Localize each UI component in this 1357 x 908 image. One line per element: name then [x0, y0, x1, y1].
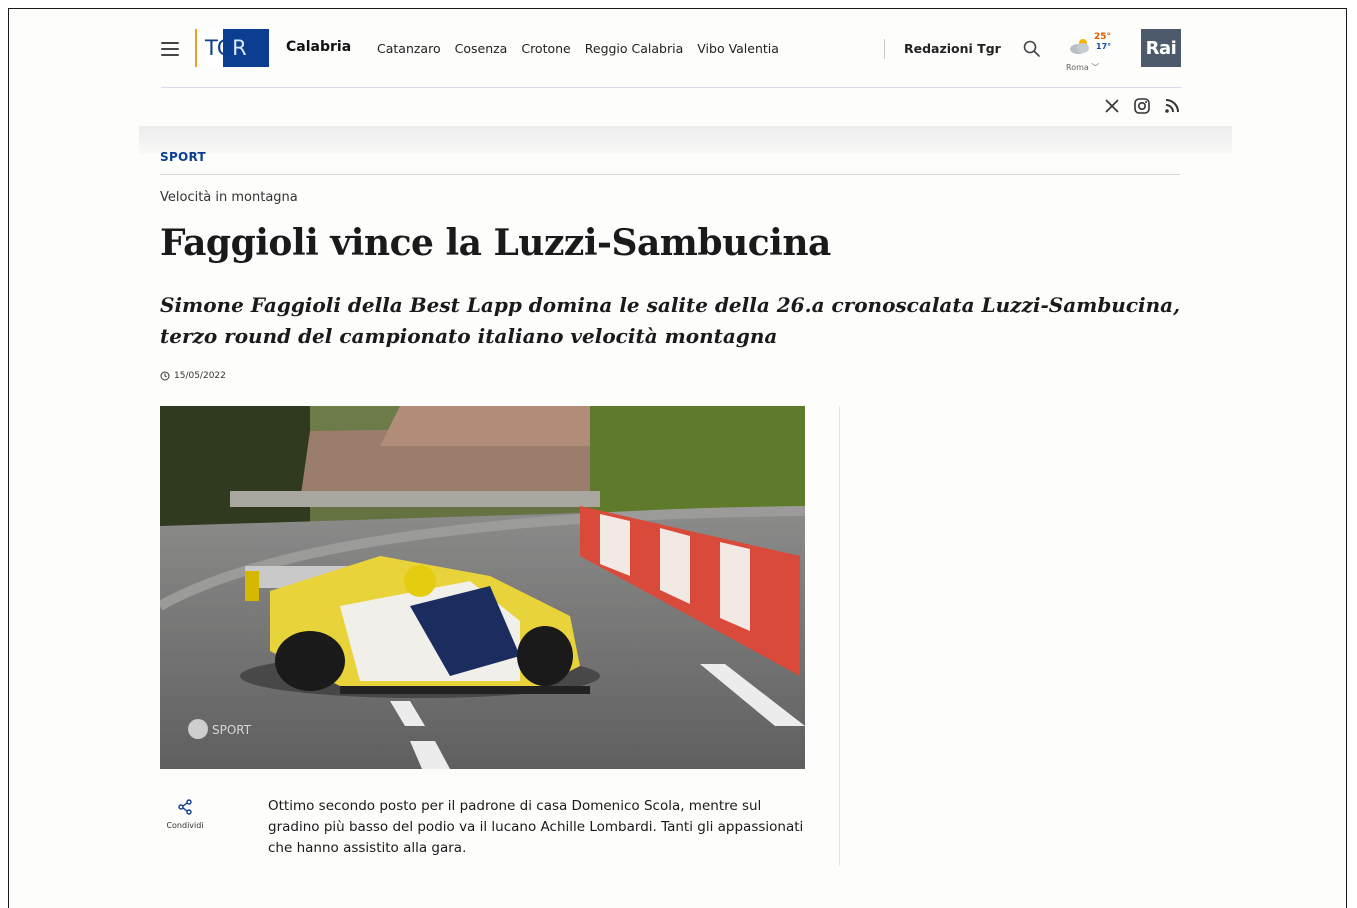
- redazioni-link[interactable]: Redazioni Tgr: [904, 41, 1001, 56]
- svg-text:SPORT: SPORT: [212, 723, 252, 737]
- article-subtitle: Simone Faggioli della Best Lapp domina l…: [160, 293, 1181, 348]
- header-divider-line: [161, 87, 1181, 88]
- rss-icon[interactable]: [1163, 97, 1181, 115]
- article-body: Ottimo secondo posto per il padrone di c…: [268, 798, 804, 856]
- weather-high: 25°: [1094, 32, 1112, 42]
- tgr-logo[interactable]: TG R: [195, 29, 271, 67]
- share-icon: [178, 799, 192, 815]
- clock-icon: [160, 371, 170, 381]
- share-label: Condividi: [166, 821, 204, 830]
- social-links: [1103, 97, 1181, 115]
- rai-logo[interactable]: Rai: [1141, 29, 1181, 67]
- header-band: [139, 126, 1232, 154]
- city-nav: Catanzaro Cosenza Crotone Reggio Calabri…: [377, 41, 793, 56]
- article-photo[interactable]: SPORT: [160, 406, 805, 769]
- chevron-down-icon: ﹀: [1091, 63, 1100, 72]
- partly-cloudy-icon: [1070, 39, 1089, 54]
- header-divider: [884, 39, 885, 59]
- column-divider: [839, 406, 840, 866]
- weather-city[interactable]: Roma ﹀: [1066, 62, 1099, 73]
- city-link-vibo-valentia[interactable]: Vibo Valentia: [697, 41, 779, 56]
- city-link-catanzaro[interactable]: Catanzaro: [377, 41, 441, 56]
- site-header: TG R Calabria Catanzaro Cosenza Crotone R…: [139, 9, 1232, 88]
- section-divider: [160, 174, 1180, 175]
- article-date: 15/05/2022: [160, 371, 226, 381]
- city-link-reggio-calabria[interactable]: Reggio Calabria: [585, 41, 684, 56]
- weather-low: 17°: [1096, 42, 1112, 51]
- page: TG R Calabria Catanzaro Cosenza Crotone R…: [139, 9, 1232, 866]
- share-button[interactable]: Condividi: [160, 799, 210, 830]
- weather-widget[interactable]: 25° 17° Roma ﹀: [1064, 31, 1124, 75]
- city-link-crotone[interactable]: Crotone: [521, 41, 570, 56]
- x-icon[interactable]: [1103, 97, 1121, 115]
- search-icon[interactable]: [1022, 39, 1042, 59]
- article-title: Faggioli vince la Luzzi-Sambucina: [160, 222, 831, 264]
- city-link-cosenza[interactable]: Cosenza: [455, 41, 508, 56]
- section-label[interactable]: SPORT: [160, 150, 206, 164]
- region-title[interactable]: Calabria: [286, 39, 351, 55]
- article-kicker: Velocità in montagna: [160, 190, 298, 205]
- menu-icon[interactable]: [161, 42, 179, 56]
- instagram-icon[interactable]: [1133, 97, 1151, 115]
